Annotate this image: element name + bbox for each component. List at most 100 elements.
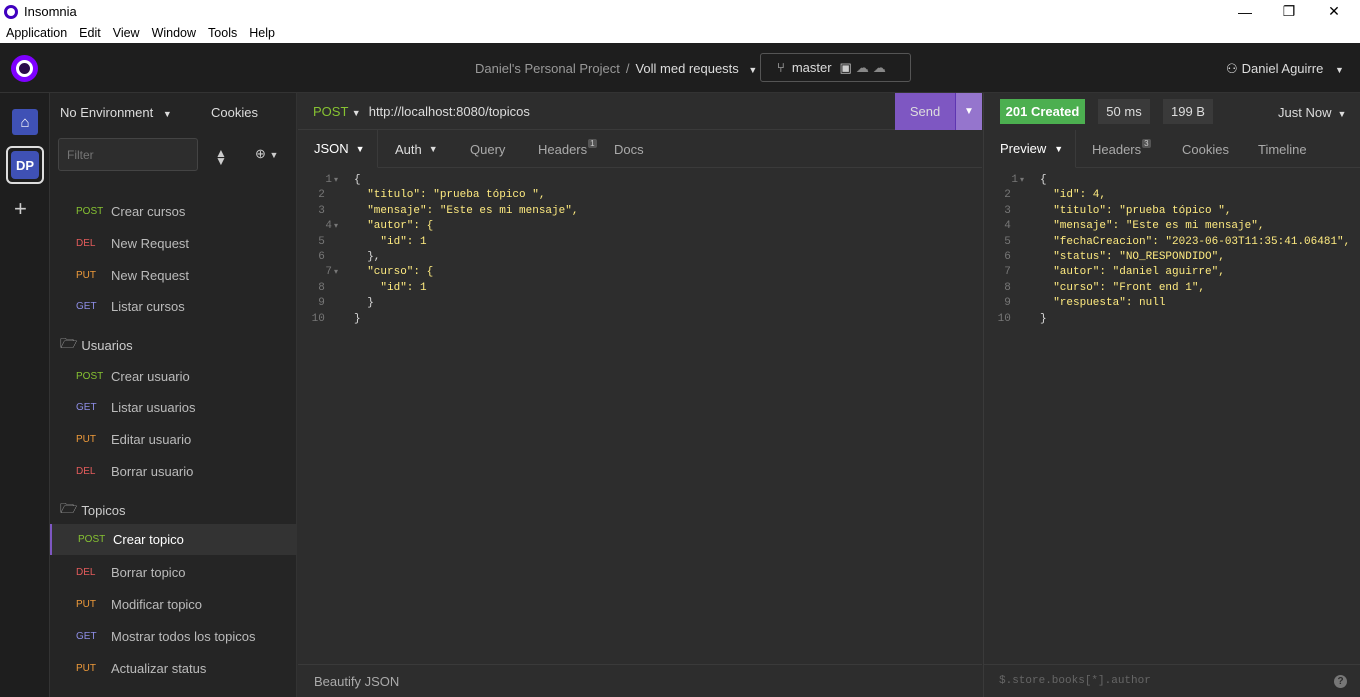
method-badge: GET <box>76 301 97 312</box>
cube-icon: ▣ <box>839 59 852 75</box>
close-button[interactable]: ✕ <box>1311 0 1357 23</box>
folder-topicos[interactable]: 🗁 Topicos <box>60 498 125 522</box>
help-icon[interactable]: ? <box>1334 675 1347 688</box>
line-number: 3 <box>318 204 338 217</box>
line-number: 1 ▾ <box>325 174 338 186</box>
method-badge: GET <box>76 631 97 642</box>
filter-input[interactable] <box>58 138 198 171</box>
request-name: Actualizar status <box>111 661 207 676</box>
method-label: POST <box>313 103 349 119</box>
request-name: Crear cursos <box>111 204 186 219</box>
tab-preview-label: Preview <box>1000 141 1047 156</box>
minimize-button[interactable]: — <box>1222 0 1268 23</box>
code-line: "mensaje": "Este es mi mensaje", <box>354 204 579 217</box>
chevron-down-icon: ▼ <box>355 143 365 154</box>
chevron-down-icon: ▼ <box>1337 109 1347 119</box>
request-item[interactable]: DEL Borrar usuario <box>50 456 297 487</box>
response-size: 199 B <box>1163 99 1213 124</box>
code-line: "id": 4, <box>1040 189 1107 202</box>
branch-button[interactable]: ⑂ master ▣ ☁ ☁ <box>760 53 911 82</box>
menu-view[interactable]: View <box>107 26 146 40</box>
history-selector[interactable]: Just Now ▼ <box>1278 105 1346 120</box>
tab-headers[interactable]: Headers 1 <box>520 130 614 168</box>
home-button[interactable]: ⌂ <box>12 109 38 135</box>
menu-help[interactable]: Help <box>243 26 281 40</box>
maximize-button[interactable]: ❐ <box>1266 0 1312 23</box>
url-input[interactable]: http://localhost:8080/topicos <box>369 104 530 119</box>
send-options-chevron-icon[interactable]: ▼ <box>955 93 982 130</box>
request-item[interactable]: DEL New Request <box>50 228 297 259</box>
tab-response-headers[interactable]: Headers 3 <box>1076 130 1166 168</box>
request-item[interactable]: PUT Editar usuario <box>50 424 297 455</box>
request-name: Mostrar todos los topicos <box>111 629 256 644</box>
response-tabs: Preview ▼ Headers 3 Cookies Timeline <box>984 130 1360 168</box>
request-tabs: JSON ▼ Auth ▼ Query Headers 1 Docs <box>298 130 982 168</box>
request-item[interactable]: PUT New Request <box>50 260 297 291</box>
sort-icon[interactable]: ▲ ▼ <box>215 146 227 174</box>
breadcrumb-project[interactable]: Daniel's Personal Project <box>475 61 620 76</box>
tab-cookies[interactable]: Cookies <box>1166 130 1242 168</box>
line-number: 9 <box>318 297 338 310</box>
request-item[interactable]: GET Listar usuarios <box>50 392 297 423</box>
request-item[interactable]: PUT Actualizar status <box>50 653 297 684</box>
method-badge: POST <box>76 371 104 382</box>
user-menu[interactable]: ⚇ Daniel Aguirre ▼ <box>1226 61 1344 77</box>
menu-application[interactable]: Application <box>0 26 73 40</box>
request-item[interactable]: GET Listar cursos <box>50 291 297 322</box>
method-badge: PUT <box>76 599 96 610</box>
request-name: Crear usuario <box>111 369 190 384</box>
menu-edit[interactable]: Edit <box>73 26 107 40</box>
breadcrumb-separator: / <box>625 61 630 76</box>
tab-body[interactable]: JSON ▼ <box>298 130 378 168</box>
tab-query[interactable]: Query <box>454 130 520 168</box>
request-item[interactable]: DEL Borrar topico <box>50 557 297 588</box>
code-line: "autor": "daniel aguirre", <box>1040 266 1225 279</box>
method-badge: PUT <box>76 270 96 281</box>
tab-auth[interactable]: Auth ▼ <box>378 130 454 168</box>
menu-window[interactable]: Window <box>146 26 202 40</box>
request-item[interactable]: PUT Modificar topico <box>50 589 297 620</box>
cloud-download-icon: ☁ <box>855 59 869 75</box>
folder-name: Topicos <box>81 502 126 518</box>
tab-preview[interactable]: Preview ▼ <box>984 130 1076 168</box>
line-number: 6 <box>1004 251 1024 263</box>
line-number: 4 ▾ <box>325 220 338 233</box>
send-button[interactable]: Send <box>895 93 955 130</box>
menu-tools[interactable]: Tools <box>202 26 243 40</box>
request-name: Modificar topico <box>111 597 203 612</box>
request-item[interactable]: GET Mostrar todos los topicos <box>50 621 297 652</box>
request-item[interactable]: POST Crear cursos <box>50 196 297 227</box>
line-number: 10 <box>311 312 338 325</box>
code-line: "mensaje": "Este es mi mensaje", <box>1040 220 1265 233</box>
code-line: }, <box>354 251 381 263</box>
request-item-active[interactable]: POST Crear topico <box>50 524 297 555</box>
code-line: "id": 1 <box>354 235 427 248</box>
workspace-button[interactable]: DP <box>6 146 44 184</box>
home-icon: ⌂ <box>20 113 30 131</box>
sidebar: No Environment ▼ Cookies ▲▼ ⊕ ▼ POST Crea… <box>50 93 297 697</box>
method-badge: PUT <box>76 663 96 674</box>
beautify-button[interactable]: Beautify JSON <box>314 674 399 689</box>
add-workspace-plus-icon[interactable]: + <box>14 196 27 222</box>
request-pane: POST ▼ http://localhost:8080/topicos Sen… <box>298 93 982 697</box>
environment-selector[interactable]: No Environment ▼ <box>60 105 172 120</box>
method-selector[interactable]: POST ▼ <box>298 104 361 119</box>
tab-timeline[interactable]: Timeline <box>1242 130 1322 168</box>
code-line: } <box>1040 312 1047 325</box>
request-name: New Request <box>111 236 190 251</box>
response-filter-input[interactable]: $.store.books[*].author <box>999 675 1151 687</box>
line-number: 1 ▾ <box>1011 174 1024 186</box>
cookies-button[interactable]: Cookies <box>211 105 258 120</box>
app-logo-icon[interactable] <box>11 55 38 82</box>
add-request-icon[interactable]: ⊕ ▼ <box>255 146 278 162</box>
chevron-down-icon: ▼ <box>1054 143 1064 154</box>
chevron-down-icon[interactable]: ▼ <box>748 65 757 75</box>
code-line: { <box>1040 174 1047 186</box>
line-number: 8 <box>318 281 338 294</box>
breadcrumb-collection[interactable]: Voll med requests <box>635 61 738 76</box>
folder-usuarios[interactable]: 🗁 Usuarios <box>60 333 133 357</box>
top-bar: Daniel's Personal Project / Voll med reque… <box>0 43 1360 93</box>
request-name: Borrar topico <box>111 565 186 580</box>
tab-docs[interactable]: Docs <box>614 130 674 168</box>
request-item[interactable]: POST Crear usuario <box>50 361 297 392</box>
